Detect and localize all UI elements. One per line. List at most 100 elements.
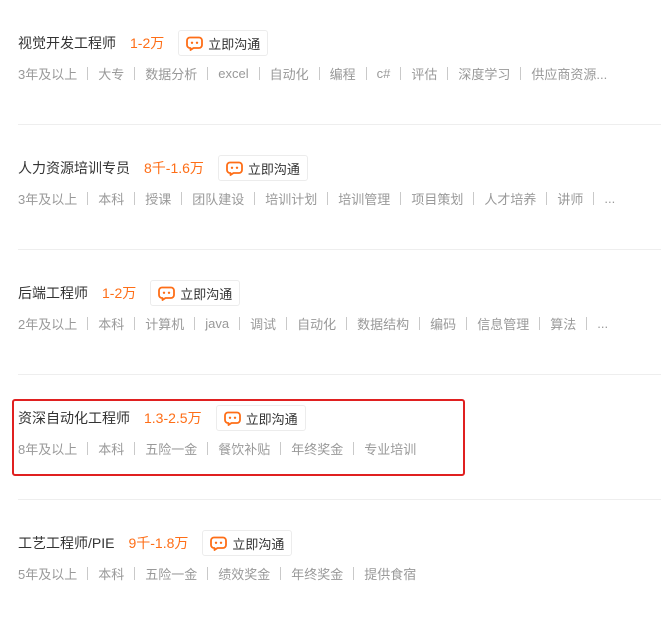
- tag-separator: [87, 67, 89, 80]
- tag-separator: [254, 192, 256, 205]
- job-tag: 计算机: [145, 317, 185, 332]
- job-tag: 算法: [550, 317, 577, 332]
- job-tag: 项目策划: [411, 192, 464, 207]
- tag-separator: [593, 192, 595, 205]
- tag-separator: [239, 317, 241, 330]
- tag-separator: [353, 442, 355, 455]
- tag-separator: [400, 67, 402, 80]
- job-tags: 3年及以上 大专 数据分析 excel 自动化 编程 c# 评估 深度学习 供应商资源...: [18, 64, 648, 83]
- tag-separator: [134, 442, 136, 455]
- tag-separator: [473, 192, 475, 205]
- job-card[interactable]: 资深自动化工程师 1.3-2.5万 立即沟通 8年及以上 本科 五险一金 餐饮补贴 年终奖金 专…: [0, 375, 661, 500]
- job-tag: 五险一金: [145, 567, 198, 582]
- job-tag: 8年及以上: [18, 442, 78, 457]
- tag-separator: [327, 192, 329, 205]
- job-tag: 自动化: [269, 67, 309, 82]
- job-tags: 8年及以上 本科 五险一金 餐饮补贴 年终奖金 专业培训: [18, 439, 648, 458]
- job-tag: 年终奖金: [291, 567, 344, 582]
- chat-now-button[interactable]: 立即沟通: [202, 530, 293, 556]
- tag-separator: [134, 192, 136, 205]
- tag-separator: [207, 67, 209, 80]
- tag-separator: [258, 67, 260, 80]
- job-salary: 1-2万: [130, 35, 165, 51]
- job-title[interactable]: 工艺工程师/PIE: [18, 533, 114, 553]
- tag-separator: [520, 67, 522, 80]
- job-title[interactable]: 视觉开发工程师: [18, 33, 116, 53]
- job-tag: 专业培训: [364, 442, 417, 457]
- job-tag: 讲师: [557, 192, 584, 207]
- job-card[interactable]: 工艺工程师/PIE 9千-1.8万 立即沟通 5年及以上 本科 五险一金 绩效奖金 年终奖金 提…: [0, 500, 661, 625]
- job-tag: 供应商资源...: [531, 67, 608, 82]
- tag-separator: [365, 67, 367, 80]
- tag-separator: [346, 317, 348, 330]
- job-card[interactable]: 视觉开发工程师 1-2万 立即沟通 3年及以上 大专 数据分析 excel 自动化 编程 c# 评估…: [0, 0, 661, 125]
- tag-separator: [280, 442, 282, 455]
- job-title-row: 工艺工程师/PIE 9千-1.8万 立即沟通: [18, 530, 293, 556]
- job-tag: 培训计划: [265, 192, 318, 207]
- job-tag: 自动化: [297, 317, 337, 332]
- job-tag: 本科: [98, 192, 125, 207]
- job-tag: 评估: [411, 67, 438, 82]
- job-tag: ...: [597, 316, 609, 331]
- job-title-row: 视觉开发工程师 1-2万 立即沟通: [18, 30, 269, 56]
- chat-bubble-icon: [186, 36, 204, 51]
- job-card[interactable]: 后端工程师 1-2万 立即沟通 2年及以上 本科 计算机 java 调试 自动化 数据结构 编码 信息…: [0, 250, 661, 375]
- tag-separator: [539, 317, 541, 330]
- tag-separator: [134, 317, 136, 330]
- job-tags: 5年及以上 本科 五险一金 绩效奖金 年终奖金 提供食宿: [18, 564, 648, 583]
- tag-separator: [546, 192, 548, 205]
- job-title-row: 资深自动化工程师 1.3-2.5万 立即沟通: [18, 405, 306, 431]
- job-salary: 1-2万: [102, 285, 137, 301]
- tag-separator: [87, 442, 89, 455]
- chat-now-button[interactable]: 立即沟通: [178, 30, 269, 56]
- tag-separator: [400, 192, 402, 205]
- job-tag: ...: [604, 191, 616, 206]
- tag-separator: [87, 567, 89, 580]
- job-tag: 提供食宿: [364, 567, 417, 582]
- tag-separator: [419, 317, 421, 330]
- tag-separator: [181, 192, 183, 205]
- chat-bubble-icon: [223, 411, 241, 426]
- job-tag: 编码: [430, 317, 457, 332]
- job-tag: 本科: [98, 442, 125, 457]
- chat-bubble-icon: [158, 286, 176, 301]
- tag-separator: [318, 67, 320, 80]
- chat-now-label: 立即沟通: [245, 411, 298, 427]
- tag-separator: [87, 317, 89, 330]
- job-tag: c#: [376, 66, 391, 81]
- job-tag: 编程: [329, 67, 356, 82]
- job-title[interactable]: 资深自动化工程师: [18, 408, 130, 428]
- tag-separator: [194, 317, 196, 330]
- tag-separator: [280, 567, 282, 580]
- job-tag: 人才培养: [484, 192, 537, 207]
- job-card[interactable]: 人力资源培训专员 8千-1.6万 立即沟通 3年及以上 本科 授课 团队建设 培训计划 培训管理…: [0, 125, 661, 250]
- chat-now-button[interactable]: 立即沟通: [217, 155, 308, 181]
- chat-now-button[interactable]: 立即沟通: [150, 280, 241, 306]
- job-tag: 绩效奖金: [218, 567, 271, 582]
- job-salary: 1.3-2.5万: [144, 410, 202, 426]
- job-salary: 9千-1.8万: [128, 535, 189, 551]
- job-tag: 信息管理: [477, 317, 530, 332]
- job-tag: 数据结构: [357, 317, 410, 332]
- job-title[interactable]: 后端工程师: [18, 283, 88, 303]
- job-title-row: 后端工程师 1-2万 立即沟通: [18, 280, 241, 306]
- job-tag: 培训管理: [338, 192, 391, 207]
- chat-now-label: 立即沟通: [247, 161, 300, 177]
- job-tags: 3年及以上 本科 授课 团队建设 培训计划 培训管理 项目策划 人才培养 讲师...: [18, 189, 648, 208]
- job-tag: 3年及以上: [18, 192, 78, 207]
- chat-bubble-icon: [226, 161, 243, 176]
- chat-now-label: 立即沟通: [232, 536, 285, 552]
- job-tag: 深度学习: [458, 67, 511, 82]
- chat-now-button[interactable]: 立即沟通: [215, 405, 306, 431]
- job-tag: java: [205, 316, 230, 331]
- job-salary: 8千-1.6万: [144, 160, 204, 176]
- job-tag: 本科: [98, 567, 125, 582]
- job-title[interactable]: 人力资源培训专员: [18, 158, 130, 178]
- tag-separator: [466, 317, 468, 330]
- tag-separator: [134, 567, 136, 580]
- job-tag: 本科: [98, 317, 125, 332]
- chat-now-label: 立即沟通: [180, 286, 233, 302]
- job-tag: excel: [218, 66, 249, 81]
- tag-separator: [134, 67, 136, 80]
- job-tag: 2年及以上: [18, 317, 78, 332]
